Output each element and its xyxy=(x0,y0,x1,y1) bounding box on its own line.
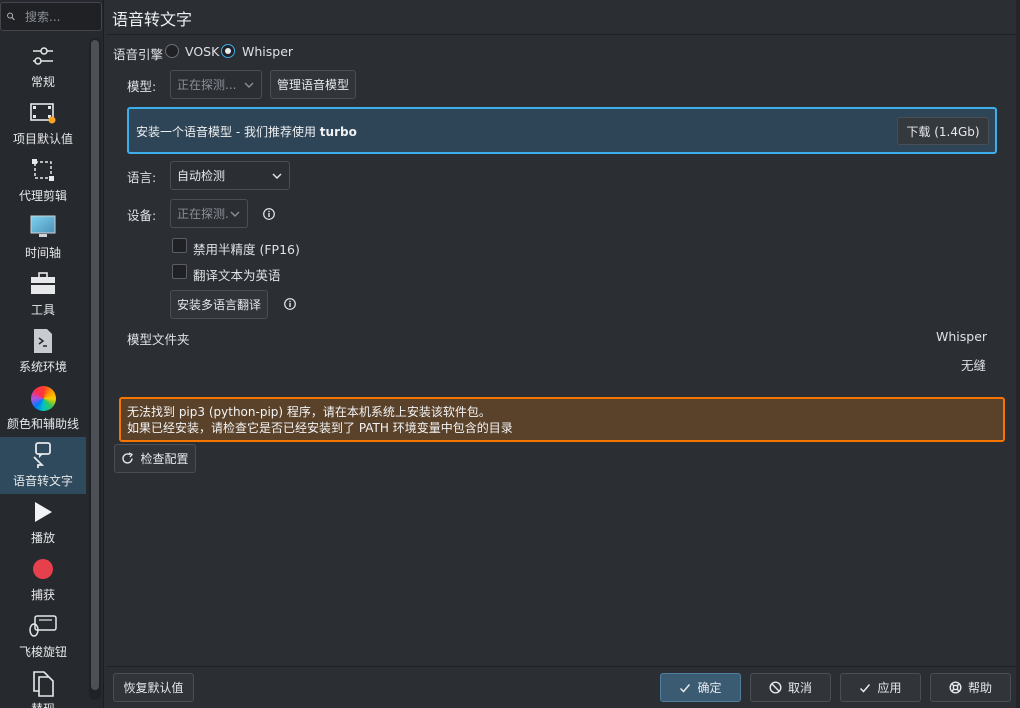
cancel-icon xyxy=(769,681,782,694)
sidebar-item-label: 工具 xyxy=(30,303,55,317)
model-folder-value: 无缝 xyxy=(961,358,987,373)
warning-line-2: 如果已经安装，请检查它是否已经安装到了 PATH 环境变量中包含的目录 xyxy=(127,421,513,435)
record-icon xyxy=(28,555,58,583)
translation-info-icon[interactable] xyxy=(284,298,296,310)
toolbox-icon xyxy=(28,270,58,298)
check-icon xyxy=(860,683,871,693)
sidebar-item-environment[interactable]: 系统环境 xyxy=(0,323,86,380)
window-edge xyxy=(1016,0,1020,708)
sidebar-item-label: 颜色和辅助线 xyxy=(6,417,79,431)
sidebar-item-label: 播放 xyxy=(30,531,55,545)
model-select[interactable]: 正在探测... xyxy=(170,70,262,99)
radio-vosk-label[interactable]: VOSK xyxy=(185,44,219,59)
play-icon xyxy=(28,498,58,526)
sidebar-item-colors[interactable]: 颜色和辅助线 xyxy=(0,380,86,437)
radio-vosk[interactable] xyxy=(165,44,179,58)
sidebar-item-label: 语音转文字 xyxy=(12,474,73,488)
proxy-icon xyxy=(28,156,58,184)
translate-label[interactable]: 翻译文本为英语 xyxy=(193,265,281,284)
chevron-down-icon xyxy=(230,211,240,217)
title-divider xyxy=(106,34,1018,35)
speech-icon xyxy=(28,441,58,469)
page-title: 语音转文字 xyxy=(112,10,193,29)
sidebar-item-label: 常规 xyxy=(30,75,55,89)
manage-models-button[interactable]: 管理语音模型 xyxy=(270,70,356,99)
radio-whisper-label[interactable]: Whisper xyxy=(242,44,293,59)
check-config-button[interactable]: 检查配置 xyxy=(114,444,196,473)
sidebar-item-label: 替现 xyxy=(31,700,55,708)
help-icon xyxy=(949,681,962,694)
help-button[interactable]: 帮助 xyxy=(930,673,1011,702)
sidebar-item-label: 项目默认值 xyxy=(12,132,73,146)
sidebar-item-proxy[interactable]: 代理剪辑 xyxy=(0,152,86,209)
fp16-checkbox[interactable] xyxy=(172,238,187,253)
translate-checkbox[interactable] xyxy=(172,264,187,279)
install-message-text: 安装一个语音模型 - 我们推荐使用 xyxy=(136,125,316,139)
sidebar-item-playback[interactable]: 播放 xyxy=(0,494,86,551)
warning-line-1: 无法找到 pip3 (python-pip) 程序，请在本机系统上安装该软件包。 xyxy=(127,405,491,419)
install-model-banner: 安装一个语音模型 - 我们推荐使用 turbo 下载 (1.4Gb) xyxy=(127,107,997,154)
check-config-label: 检查配置 xyxy=(140,452,189,466)
apply-button[interactable]: 应用 xyxy=(840,673,921,702)
model-folder-engine: Whisper xyxy=(936,329,988,344)
ok-button[interactable]: 确定 xyxy=(660,673,741,702)
fp16-label[interactable]: 禁用半精度 (FP16) xyxy=(193,239,300,258)
model-select-value: 正在探测... xyxy=(177,78,237,92)
language-select[interactable]: 自动检测 xyxy=(170,161,290,190)
cancel-label: 取消 xyxy=(787,681,812,695)
category-list: 常规 项目默认值 代理剪辑 时间轴 工具 系统环境 颜色和辅助线 语音转文字 播… xyxy=(0,38,86,708)
model-folder-label: 模型文件夹 xyxy=(127,332,190,347)
restore-defaults-button[interactable]: 恢复默认值 xyxy=(113,673,194,702)
footer-divider xyxy=(106,666,1018,667)
film-icon xyxy=(28,99,58,127)
sidebar-item-label: 系统环境 xyxy=(18,360,67,374)
copy-icon xyxy=(28,669,58,697)
terminal-icon xyxy=(28,327,58,355)
cancel-button[interactable]: 取消 xyxy=(750,673,831,702)
help-label: 帮助 xyxy=(967,681,992,695)
radio-whisper[interactable] xyxy=(221,44,235,58)
search-input[interactable] xyxy=(23,8,101,25)
install-model-message: 安装一个语音模型 - 我们推荐使用 turbo xyxy=(136,123,357,140)
download-model-button[interactable]: 下载 (1.4Gb) xyxy=(897,117,989,145)
recommended-model-name: turbo xyxy=(319,125,357,139)
sidebar-item-label: 代理剪辑 xyxy=(18,189,67,203)
color-wheel-icon xyxy=(28,384,58,412)
sidebar-item-jog-shuttle[interactable]: 飞梭旋钮 xyxy=(0,608,86,665)
chevron-down-icon xyxy=(272,173,282,179)
refresh-icon xyxy=(122,452,134,464)
sidebar-item-label: 时间轴 xyxy=(24,246,61,260)
language-select-value: 自动检测 xyxy=(177,169,226,183)
model-label: 模型: xyxy=(127,79,157,94)
sidebar-item-speech-to-text[interactable]: 语音转文字 xyxy=(0,437,86,494)
sidebar-item-timeline[interactable]: 时间轴 xyxy=(0,209,86,266)
sidebar-scrollbar[interactable] xyxy=(89,38,101,700)
pip-warning-banner: 无法找到 pip3 (python-pip) 程序，请在本机系统上安装该软件包。… xyxy=(119,397,1005,442)
chevron-down-icon xyxy=(244,82,254,88)
device-select[interactable]: 正在探测. xyxy=(170,199,248,228)
sidebar-item-label: 捕获 xyxy=(30,588,55,602)
ok-label: 确定 xyxy=(697,681,722,695)
sidebar-item-capture[interactable]: 捕获 xyxy=(0,551,86,608)
check-icon xyxy=(680,683,691,693)
device-label: 设备: xyxy=(127,208,157,223)
monitor-icon xyxy=(28,213,58,241)
search-icon xyxy=(7,12,15,21)
search-box[interactable] xyxy=(0,2,102,31)
apply-label: 应用 xyxy=(877,681,902,695)
install-translation-button[interactable]: 安装多语言翻译 xyxy=(170,290,268,319)
sidebar: 常规 项目默认值 代理剪辑 时间轴 工具 xyxy=(0,0,104,708)
sidebar-item-general[interactable]: 常规 xyxy=(0,38,86,95)
sliders-icon xyxy=(28,42,58,70)
engine-label: 语音引擎 xyxy=(113,47,164,62)
language-label: 语言: xyxy=(127,170,157,185)
device-info-icon[interactable] xyxy=(263,208,275,220)
sidebar-item-project-defaults[interactable]: 项目默认值 xyxy=(0,95,86,152)
sidebar-scroll-thumb[interactable] xyxy=(91,40,99,690)
jog-shuttle-icon xyxy=(28,612,58,640)
device-select-value: 正在探测. xyxy=(177,207,229,221)
sidebar-item-tools[interactable]: 工具 xyxy=(0,266,86,323)
sidebar-item-label: 飞梭旋钮 xyxy=(18,645,67,659)
sidebar-item-copy[interactable]: 替现 xyxy=(0,665,86,708)
